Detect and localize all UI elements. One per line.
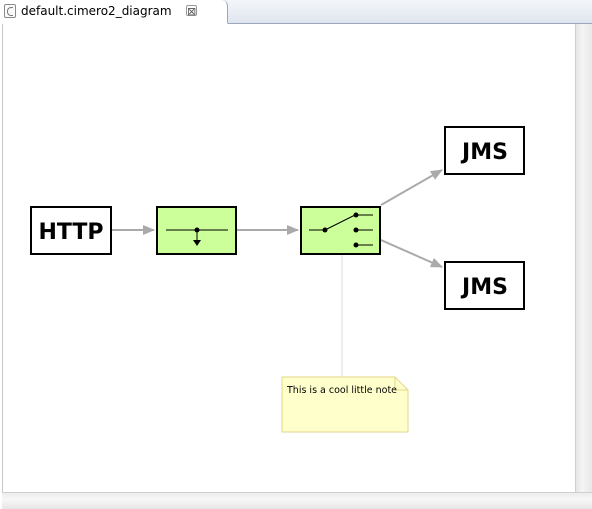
http-node[interactable]: HTTP: [30, 206, 112, 255]
http-node-label: HTTP: [38, 220, 103, 245]
diagram-svg: HTTP JMS JMS This is a cool little note: [30, 126, 525, 433]
filter-node[interactable]: [156, 206, 237, 255]
edge-router-to-jms-bottom[interactable]: [380, 239, 443, 268]
jms-node-top-label: JMS: [460, 140, 508, 165]
edge-router-to-jms-top[interactable]: [380, 169, 443, 206]
diagram-editor: default.cimero2_diagram ⊠ HTTP JMS JMS T…: [0, 0, 592, 509]
jms-node-top[interactable]: JMS: [444, 126, 525, 175]
router-node[interactable]: [300, 206, 381, 255]
editor-tab[interactable]: default.cimero2_diagram ⊠: [0, 0, 228, 24]
diagram-canvas[interactable]: HTTP JMS JMS This is a cool little note: [2, 24, 576, 492]
vertical-scrollbar[interactable]: [575, 24, 592, 492]
jms-node-bottom[interactable]: JMS: [444, 261, 525, 310]
jms-node-bottom-label: JMS: [460, 275, 508, 300]
editor-tab-label: default.cimero2_diagram: [21, 4, 172, 18]
editor-tab-bar: default.cimero2_diagram ⊠: [0, 0, 592, 24]
horizontal-scrollbar[interactable]: [2, 492, 592, 509]
close-icon[interactable]: ⊠: [186, 5, 197, 17]
cimero-file-icon: [4, 4, 16, 18]
diagram-note[interactable]: This is a cool little note: [281, 376, 409, 433]
note-text: This is a cool little note: [286, 385, 397, 396]
